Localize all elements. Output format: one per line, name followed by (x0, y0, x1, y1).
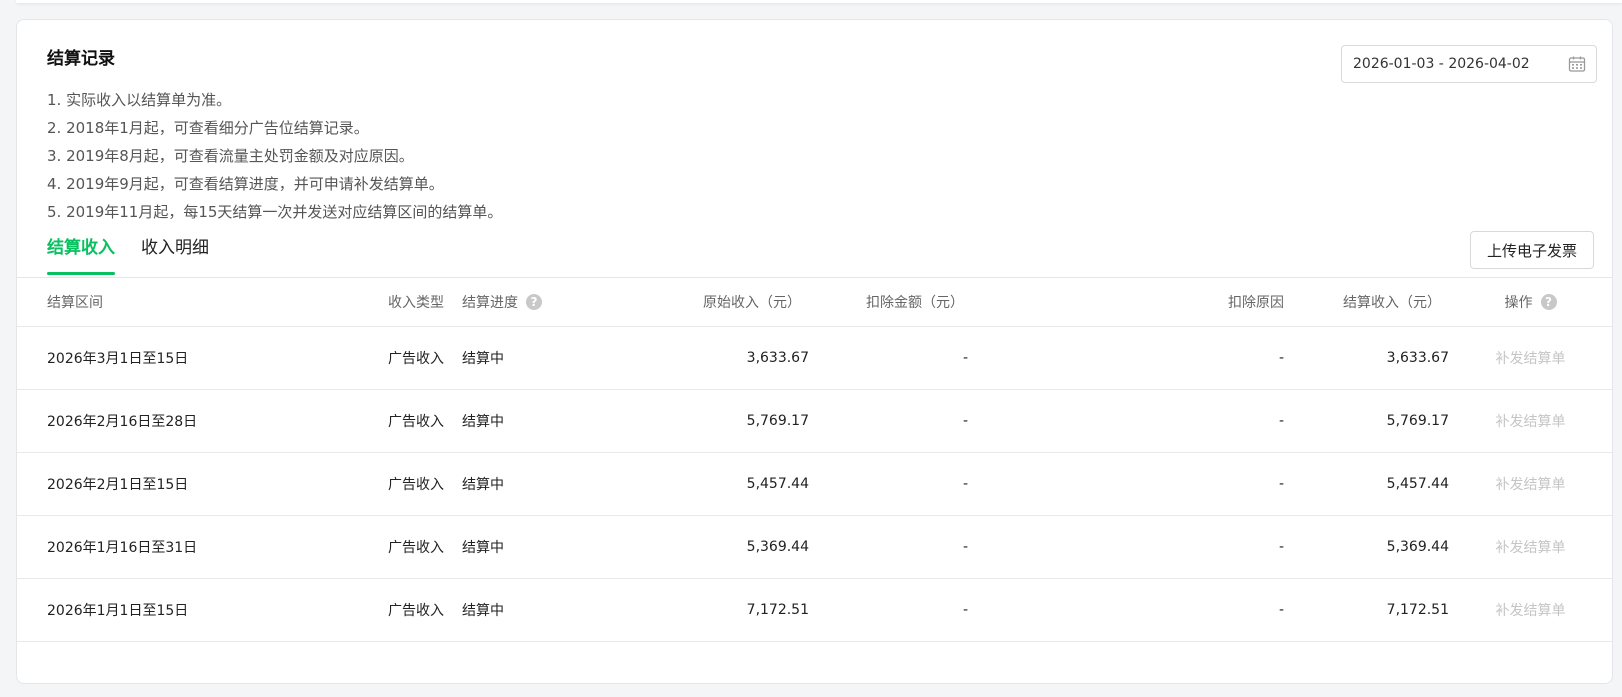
table-row: 2026年3月1日至15日 广告收入 结算中 3,633.67 - - 3,63… (17, 326, 1612, 390)
cell-progress: 结算中 (444, 515, 647, 579)
col-header-settled: 结算收入（元） (1284, 278, 1449, 327)
table-row: 2026年2月16日至28日 广告收入 结算中 5,769.17 - - 5,7… (17, 389, 1612, 453)
col-header-progress-label: 结算进度 (462, 295, 518, 311)
reissue-statement-link[interactable]: 补发结算单 (1496, 414, 1566, 430)
col-header-deduct-amount: 扣除金额（元） (809, 278, 978, 327)
table-row: 2026年1月1日至15日 广告收入 结算中 7,172.51 - - 7,17… (17, 578, 1612, 642)
tab-settlement-income[interactable]: 结算收入 (47, 234, 115, 275)
cell-original: 5,457.44 (647, 452, 809, 516)
table-row: 2026年2月1日至15日 广告收入 结算中 5,457.44 - - 5,45… (17, 452, 1612, 516)
cell-type: 广告收入 (362, 389, 444, 453)
cell-progress: 结算中 (444, 452, 647, 516)
cell-original: 5,769.17 (647, 389, 809, 453)
reissue-statement-link[interactable]: 补发结算单 (1496, 603, 1566, 619)
cell-deduct-amount: - (809, 326, 978, 390)
cell-deduct-amount: - (809, 578, 978, 642)
cell-deduct-reason: - (978, 578, 1284, 642)
question-circle-icon[interactable]: ? (1540, 294, 1557, 310)
calendar-icon (1568, 56, 1586, 72)
cell-type: 广告收入 (362, 578, 444, 642)
cell-period: 2026年2月1日至15日 (17, 452, 362, 516)
cell-settled: 5,769.17 (1284, 389, 1449, 453)
cell-type: 广告收入 (362, 515, 444, 579)
notes-list: 1. 实际收入以结算单为准。 2. 2018年1月起，可查看细分广告位结算记录。… (47, 86, 502, 226)
table-header-row: 结算区间 收入类型 结算进度? 原始收入（元） 扣除金额（元） 扣除原因 结算收… (17, 278, 1612, 327)
cell-settled: 7,172.51 (1284, 578, 1449, 642)
col-header-original: 原始收入（元） (647, 278, 809, 327)
cell-progress: 结算中 (444, 578, 647, 642)
reissue-statement-link[interactable]: 补发结算单 (1496, 477, 1566, 493)
note-item: 3. 2019年8月起，可查看流量主处罚金额及对应原因。 (47, 147, 414, 165)
date-range-value: 2026-01-03 - 2026-04-02 (1353, 56, 1530, 72)
col-header-action: 操作? (1449, 278, 1612, 327)
settlement-table: 结算区间 收入类型 结算进度? 原始收入（元） 扣除金额（元） 扣除原因 结算收… (17, 278, 1612, 642)
cell-period: 2026年2月16日至28日 (17, 389, 362, 453)
cell-deduct-reason: - (978, 326, 1284, 390)
cell-deduct-reason: - (978, 452, 1284, 516)
cell-action: 补发结算单 (1449, 515, 1612, 579)
note-item: 4. 2019年9月起，可查看结算进度，并可申请补发结算单。 (47, 175, 444, 193)
col-header-deduct-reason: 扣除原因 (978, 278, 1284, 327)
col-header-period: 结算区间 (17, 278, 362, 327)
cell-type: 广告收入 (362, 326, 444, 390)
date-range-picker[interactable]: 2026-01-03 - 2026-04-02 (1341, 45, 1597, 83)
cell-action: 补发结算单 (1449, 452, 1612, 516)
note-item: 1. 实际收入以结算单为准。 (47, 91, 232, 109)
cell-original: 3,633.67 (647, 326, 809, 390)
reissue-statement-link[interactable]: 补发结算单 (1496, 351, 1566, 367)
page-title: 结算记录 (47, 49, 115, 69)
table-row: 2026年1月16日至31日 广告收入 结算中 5,369.44 - - 5,3… (17, 515, 1612, 579)
cell-deduct-amount: - (809, 389, 978, 453)
col-header-progress: 结算进度? (444, 278, 647, 327)
cell-settled: 5,369.44 (1284, 515, 1449, 579)
cell-settled: 5,457.44 (1284, 452, 1449, 516)
note-item: 2. 2018年1月起，可查看细分广告位结算记录。 (47, 119, 369, 137)
cell-deduct-reason: - (978, 515, 1284, 579)
col-header-type: 收入类型 (362, 278, 444, 327)
cell-action: 补发结算单 (1449, 326, 1612, 390)
cell-deduct-reason: - (978, 389, 1284, 453)
cell-progress: 结算中 (444, 389, 647, 453)
cell-progress: 结算中 (444, 326, 647, 390)
upload-e-invoice-button[interactable]: 上传电子发票 (1470, 231, 1594, 269)
note-item: 5. 2019年11月起，每15天结算一次并发送对应结算区间的结算单。 (47, 203, 503, 221)
cell-deduct-amount: - (809, 515, 978, 579)
tab-income-details[interactable]: 收入明细 (141, 234, 209, 275)
cell-period: 2026年1月16日至31日 (17, 515, 362, 579)
cell-original: 7,172.51 (647, 578, 809, 642)
cell-settled: 3,633.67 (1284, 326, 1449, 390)
question-circle-icon[interactable]: ? (526, 294, 542, 310)
cell-deduct-amount: - (809, 452, 978, 516)
previous-card-edge (16, 0, 1622, 3)
cell-period: 2026年1月1日至15日 (17, 578, 362, 642)
cell-action: 补发结算单 (1449, 389, 1612, 453)
cell-period: 2026年3月1日至15日 (17, 326, 362, 390)
cell-action: 补发结算单 (1449, 578, 1612, 642)
cell-type: 广告收入 (362, 452, 444, 516)
cell-original: 5,369.44 (647, 515, 809, 579)
col-header-action-label: 操作 (1504, 295, 1533, 311)
tab-bar: 结算收入 收入明细 (47, 234, 235, 277)
settlement-records-card: 结算记录 1. 实际收入以结算单为准。 2. 2018年1月起，可查看细分广告位… (16, 19, 1613, 684)
reissue-statement-link[interactable]: 补发结算单 (1496, 540, 1566, 556)
